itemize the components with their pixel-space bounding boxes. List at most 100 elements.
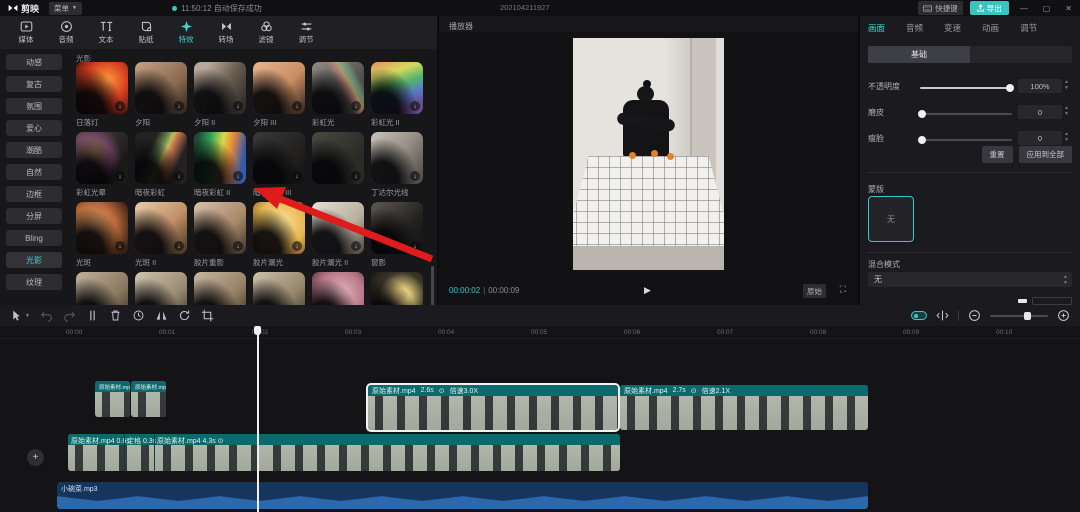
effect-thumbnail[interactable]: ↓ bbox=[135, 272, 187, 305]
effect-thumbnail[interactable]: ↓ bbox=[76, 132, 128, 184]
category-光影[interactable]: 光影 bbox=[6, 252, 62, 268]
media-tab-转场[interactable]: 转场 bbox=[206, 20, 246, 45]
effect-item-彩虹光[interactable]: ↓彩虹光 bbox=[312, 62, 364, 128]
close-button[interactable]: ✕ bbox=[1061, 4, 1076, 13]
effect-thumbnail[interactable]: ↓ bbox=[312, 272, 364, 305]
category-边框[interactable]: 边框 bbox=[6, 186, 62, 202]
video-preview[interactable] bbox=[573, 38, 724, 270]
shortcuts-button[interactable]: 快捷键 bbox=[918, 1, 963, 15]
category-Bling[interactable]: Bling bbox=[6, 230, 62, 246]
media-tab-贴纸[interactable]: 贴纸 bbox=[126, 20, 166, 45]
link-tracks-icon[interactable] bbox=[936, 309, 949, 322]
smooth-skin-slider-knob[interactable] bbox=[918, 110, 926, 118]
category-复古[interactable]: 复古 bbox=[6, 76, 62, 92]
inspector-tab-音频[interactable]: 音频 bbox=[906, 22, 923, 34]
category-爱心[interactable]: 爱心 bbox=[6, 120, 62, 136]
effect-item-夕阳 III[interactable]: ↓夕阳 III bbox=[253, 62, 305, 128]
delete-icon[interactable] bbox=[109, 309, 122, 322]
inspector-tab-动画[interactable]: 动画 bbox=[982, 22, 999, 34]
media-tab-滤镜[interactable]: 滤镜 bbox=[246, 20, 286, 45]
slim-face-value[interactable]: 0 bbox=[1018, 131, 1062, 145]
opacity-value[interactable]: 100% bbox=[1018, 79, 1062, 93]
effect-thumbnail[interactable]: ↓ bbox=[135, 62, 187, 114]
effect-thumbnail[interactable]: ↓ bbox=[371, 132, 423, 184]
effect-item[interactable]: ↓ bbox=[253, 272, 305, 305]
effect-thumbnail[interactable]: ↓ bbox=[194, 132, 246, 184]
effect-item[interactable]: ↓ bbox=[312, 132, 364, 187]
maximize-button[interactable]: ▢ bbox=[1039, 4, 1055, 13]
blend-mode-dropdown[interactable]: 无 ▲▼ bbox=[868, 272, 1072, 287]
category-自然[interactable]: 自然 bbox=[6, 164, 62, 180]
overlay-clip-selected[interactable]: 原始素材.mp42.6s⊙倍速3.0X bbox=[368, 385, 618, 430]
menu-dropdown[interactable]: 菜单 ▼ bbox=[49, 2, 82, 15]
media-tab-媒体[interactable]: 媒体 bbox=[6, 20, 46, 45]
effects-scrollbar[interactable] bbox=[431, 266, 434, 306]
playhead[interactable] bbox=[257, 326, 259, 512]
split-icon[interactable] bbox=[86, 309, 99, 322]
effect-thumbnail[interactable]: ↓ bbox=[312, 132, 364, 184]
main-video-clip[interactable]: 原始素材.mp4 0.6s定格 0.3s原始素材.mp4 4.3s ⊙ bbox=[68, 434, 620, 471]
stepper-icon[interactable]: ▲▼ bbox=[1064, 105, 1069, 117]
cursor-icon[interactable] bbox=[10, 309, 23, 322]
subtab-basic[interactable]: 基础 bbox=[868, 46, 970, 63]
timeline-zoom-knob[interactable] bbox=[1024, 312, 1031, 320]
effect-thumbnail[interactable]: ↓ bbox=[253, 202, 305, 254]
inspector-tab-画面[interactable]: 画面 bbox=[868, 22, 885, 34]
effect-item-窗影[interactable]: ↓窗影 bbox=[371, 202, 423, 268]
effect-item[interactable]: ↓ bbox=[194, 272, 246, 305]
effect-thumbnail[interactable]: ↓ bbox=[371, 272, 423, 305]
effect-thumbnail[interactable]: ↓ bbox=[135, 132, 187, 184]
category-纹理[interactable]: 纹理 bbox=[6, 274, 62, 290]
effect-thumbnail[interactable]: ↓ bbox=[312, 202, 364, 254]
play-button[interactable]: ▶ bbox=[644, 285, 651, 296]
smooth-skin-value[interactable]: 0 bbox=[1018, 105, 1062, 119]
timeline-zoom-slider[interactable] bbox=[990, 315, 1048, 317]
media-tab-特效[interactable]: 特效 bbox=[166, 20, 206, 45]
media-tab-调节[interactable]: 调节 bbox=[286, 20, 326, 45]
effect-thumbnail[interactable]: ↓ bbox=[253, 272, 305, 305]
slim-face-slider-knob[interactable] bbox=[918, 136, 926, 144]
effect-item-彩虹光晕[interactable]: ↓彩虹光晕 bbox=[76, 132, 128, 198]
effect-thumbnail[interactable]: ↓ bbox=[76, 202, 128, 254]
effect-thumbnail[interactable]: ↓ bbox=[194, 202, 246, 254]
snap-toggle[interactable] bbox=[911, 311, 927, 320]
small-clip[interactable]: 原始素材.mp4 bbox=[131, 381, 166, 417]
effect-thumbnail[interactable]: ↓ bbox=[76, 272, 128, 305]
slim-face-slider[interactable] bbox=[920, 139, 1012, 141]
small-clip[interactable]: 原始素材.mp4 bbox=[95, 381, 130, 417]
reset-button[interactable]: 重置 bbox=[982, 146, 1013, 163]
media-tab-文本[interactable]: 文本 bbox=[86, 20, 126, 45]
category-动感[interactable]: 动感 bbox=[6, 54, 62, 70]
effect-item[interactable]: ↓ bbox=[135, 272, 187, 305]
effect-item-暗夜彩虹 III[interactable]: ↓暗夜彩虹 III bbox=[253, 132, 305, 198]
effect-item-暗夜彩虹[interactable]: ↓暗夜彩虹 bbox=[135, 132, 187, 198]
stepper-icon[interactable]: ▲▼ bbox=[1064, 79, 1069, 91]
inspector-tab-变速[interactable]: 变速 bbox=[944, 22, 961, 34]
effect-item[interactable]: ↓ bbox=[76, 272, 128, 305]
effect-thumbnail[interactable]: ↓ bbox=[135, 202, 187, 254]
minimize-button[interactable]: — bbox=[1016, 4, 1032, 13]
effect-item[interactable]: ↓ bbox=[371, 272, 423, 305]
opacity-slider[interactable] bbox=[920, 87, 1012, 89]
effect-item-胶片漏光[interactable]: ↓胶片漏光 bbox=[253, 202, 305, 268]
undo-icon[interactable] bbox=[40, 309, 53, 322]
apply-to-all-button[interactable]: 应用到全部 bbox=[1019, 146, 1073, 163]
zoom-out-icon[interactable] bbox=[968, 309, 981, 322]
effect-item-胶片重影[interactable]: ↓胶片重影 bbox=[194, 202, 246, 268]
playhead-handle[interactable] bbox=[254, 326, 261, 335]
effect-thumbnail[interactable]: ↓ bbox=[194, 272, 246, 305]
effect-thumbnail[interactable]: ↓ bbox=[371, 62, 423, 114]
smooth-skin-slider[interactable] bbox=[920, 113, 1012, 115]
export-button[interactable]: 导出 bbox=[970, 1, 1009, 15]
timeline-ruler[interactable]: 00:0000:0100:0200:0300:0400:0500:0600:07… bbox=[0, 326, 1080, 339]
chevron-down-icon[interactable]: ▼ bbox=[25, 313, 30, 319]
effect-item-日落灯[interactable]: ↓日落灯 bbox=[76, 62, 128, 128]
effect-item-丁达尔光线[interactable]: ↓丁达尔光线 bbox=[371, 132, 423, 198]
fullscreen-icon[interactable]: ⛶ bbox=[840, 284, 846, 295]
effect-item-光斑 II[interactable]: ↓光斑 II bbox=[135, 202, 187, 268]
effect-thumbnail[interactable]: ↓ bbox=[253, 132, 305, 184]
effect-item[interactable]: ↓ bbox=[312, 272, 364, 305]
effect-thumbnail[interactable]: ↓ bbox=[194, 62, 246, 114]
stepper-icon[interactable]: ▲▼ bbox=[1064, 131, 1069, 143]
redo-icon[interactable] bbox=[63, 309, 76, 322]
